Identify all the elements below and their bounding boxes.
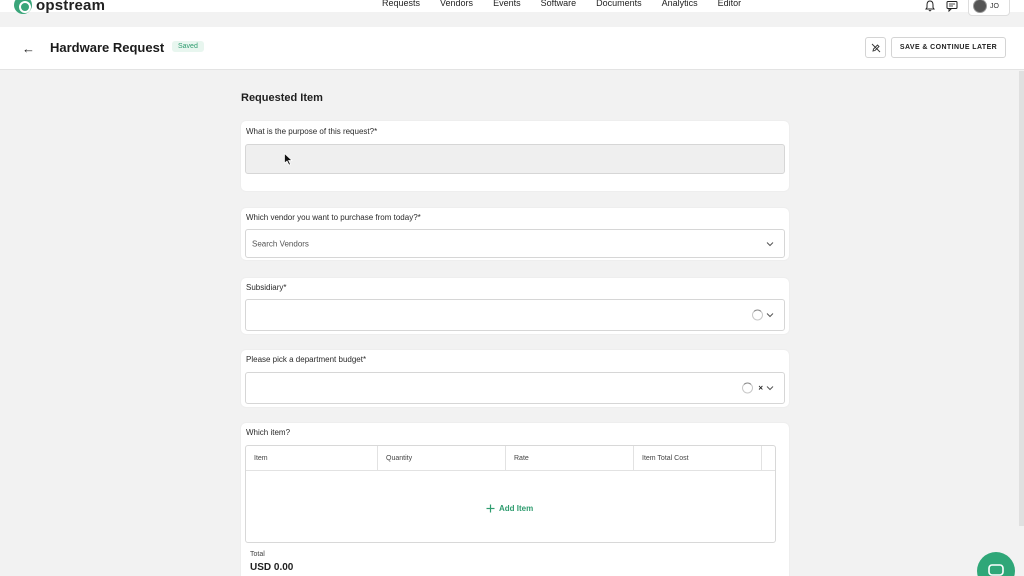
budget-card: Please pick a department budget* × [241, 350, 789, 407]
clear-icon[interactable]: × [758, 384, 763, 393]
items-table: Item Quantity Rate Item Total Cost Add I… [245, 445, 776, 543]
support-chat-button[interactable] [977, 552, 1015, 576]
column-header-rate: Rate [506, 446, 634, 471]
column-header-quantity: Quantity [378, 446, 506, 471]
loading-spinner-icon [742, 382, 753, 394]
nav-actions: JO [924, 0, 1010, 16]
chevron-down-icon[interactable] [766, 241, 774, 246]
items-label: Which item? [246, 428, 291, 437]
purpose-card: What is the purpose of this request?* [241, 121, 789, 191]
edit-off-icon [871, 43, 880, 52]
bell-icon[interactable] [924, 0, 936, 12]
page-header: ← Hardware Request Saved SAVE & CONTINUE… [0, 27, 1024, 70]
save-continue-later-button[interactable]: SAVE & CONTINUE LATER [891, 37, 1006, 58]
logo-mark-icon [14, 0, 32, 14]
plus-icon [486, 504, 495, 513]
purpose-input[interactable] [245, 144, 785, 174]
table-header-row: Item Quantity Rate Item Total Cost [246, 446, 775, 471]
mouse-cursor-icon [284, 153, 293, 166]
add-item-label: Add Item [499, 504, 534, 513]
nav-link-editor[interactable]: Editor [718, 0, 742, 8]
subsidiary-label: Subsidiary* [246, 283, 287, 292]
vendor-card: Which vendor you want to purchase from t… [241, 208, 789, 260]
user-menu[interactable]: JO [968, 0, 1010, 16]
purpose-label: What is the purpose of this request?* [246, 127, 378, 136]
settings-tool-button[interactable] [865, 37, 886, 58]
page-title: Hardware Request [50, 40, 165, 55]
loading-spinner-icon [752, 309, 763, 321]
vendor-search-select[interactable]: Search Vendors [245, 229, 785, 258]
nav-link-requests[interactable]: Requests [382, 0, 420, 8]
total-value: USD 0.00 [250, 562, 294, 573]
items-card: Which item? Item Quantity Rate Item Tota… [241, 423, 789, 576]
subsidiary-card: Subsidiary* [241, 278, 789, 334]
status-badge: Saved [172, 41, 204, 52]
column-header-item: Item [246, 446, 378, 471]
vendor-placeholder: Search Vendors [252, 239, 309, 248]
avatar-initials: JO [990, 2, 999, 10]
nav-link-software[interactable]: Software [541, 0, 577, 8]
main-nav: Requests Vendors Events Software Documen… [382, 0, 761, 8]
total-label: Total [250, 551, 265, 558]
chevron-down-icon[interactable] [766, 386, 774, 391]
back-arrow-icon[interactable]: ← [22, 41, 35, 56]
add-item-button[interactable]: Add Item [486, 504, 533, 513]
budget-label: Please pick a department budget* [246, 355, 367, 364]
section-title: Requested Item [241, 92, 323, 104]
column-header-item-total-cost: Item Total Cost [634, 446, 762, 471]
nav-link-vendors[interactable]: Vendors [440, 0, 473, 8]
page-scrollbar[interactable] [1019, 71, 1024, 526]
nav-link-events[interactable]: Events [493, 0, 521, 8]
brand-name: opstream [36, 0, 106, 14]
chat-icon [988, 564, 1004, 576]
nav-link-documents[interactable]: Documents [596, 0, 642, 8]
budget-select[interactable]: × [245, 372, 785, 404]
chevron-down-icon[interactable] [766, 313, 774, 318]
nav-link-analytics[interactable]: Analytics [662, 0, 698, 8]
avatar [973, 0, 987, 13]
vendor-label: Which vendor you want to purchase from t… [246, 213, 421, 222]
brand-logo[interactable]: opstream [14, 0, 105, 14]
top-nav: opstream Requests Vendors Events Softwar… [0, 0, 1024, 16]
subsidiary-select[interactable] [245, 299, 785, 331]
messages-icon[interactable] [946, 0, 958, 12]
